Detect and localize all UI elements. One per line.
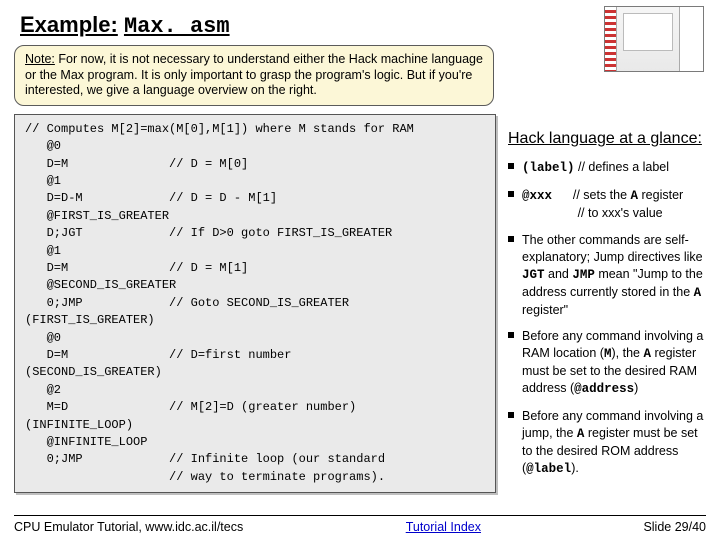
note-box: Note: For now, it is not necessary to un… <box>14 45 494 106</box>
title-prefix: Example: <box>20 12 118 37</box>
note-label: Note: <box>25 52 55 66</box>
slide-number: Slide 29/40 <box>643 520 706 534</box>
glance-item-ram: Before any command involving a RAM locat… <box>508 328 706 398</box>
footer: CPU Emulator Tutorial, www.idc.ac.il/tec… <box>14 515 706 534</box>
tutorial-index-link[interactable]: Tutorial Index <box>406 520 481 534</box>
code-listing: // Computes M[2]=max(M[0],M[1]) where M … <box>14 114 496 493</box>
glance-heading: Hack language at a glance: <box>508 128 706 150</box>
note-body: For now, it is not necessary to understa… <box>25 52 483 97</box>
glance-item-rom: Before any command involving a jump, the… <box>508 408 706 478</box>
title-filename: Max. asm <box>124 14 230 39</box>
glance-item-jump: The other commands are self-explanatory;… <box>508 232 706 318</box>
screenshot-thumbnail <box>604 6 704 72</box>
glance-panel: Hack language at a glance: (label) // de… <box>508 114 706 493</box>
footer-left: CPU Emulator Tutorial, www.idc.ac.il/tec… <box>14 520 243 534</box>
glance-item-at: @xxx // sets the A register // to xxx's … <box>508 187 706 222</box>
glance-item-label: (label) // defines a label <box>508 159 706 177</box>
